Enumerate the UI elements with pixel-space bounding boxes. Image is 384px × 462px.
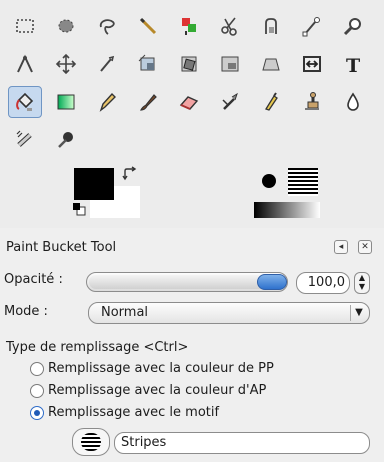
- eraser-icon-glyph: [179, 96, 199, 110]
- perspective-icon-glyph: [262, 58, 280, 71]
- color-area: [60, 160, 160, 222]
- fuzzy-select-icon-glyph: [139, 17, 157, 35]
- panel-close-button[interactable]: ✕: [358, 240, 372, 254]
- gradient-indicator-icon[interactable]: [254, 202, 320, 218]
- fuzzy-select-icon[interactable]: [131, 10, 165, 42]
- panel-menu-button[interactable]: ◂: [334, 240, 348, 254]
- opacity-spinner[interactable]: ▲ ▼: [354, 272, 370, 294]
- flip-icon[interactable]: [295, 48, 329, 80]
- radio-button[interactable]: [30, 362, 44, 376]
- airbrush-icon-glyph: [222, 92, 238, 110]
- airbrush-icon[interactable]: [213, 86, 247, 118]
- crop-icon[interactable]: [131, 48, 165, 80]
- blend-icon[interactable]: [49, 86, 83, 118]
- smudge-icon-glyph: [347, 92, 359, 111]
- swap-colors-icon[interactable]: [122, 166, 138, 182]
- foreground-select-icon-glyph: [265, 18, 277, 34]
- clone-icon[interactable]: [295, 86, 329, 118]
- scissors-select-icon-glyph: [221, 17, 237, 36]
- chevron-down-icon: ▼: [350, 305, 367, 321]
- ellipse-select-icon[interactable]: [49, 10, 83, 42]
- by-color-select-icon[interactable]: [172, 10, 206, 42]
- fill-radio-label: Remplissage avec le motif: [48, 405, 220, 420]
- fill-radio-label: Remplissage avec la couleur d'AP: [48, 383, 267, 398]
- mode-select[interactable]: Normal ▼: [88, 302, 370, 324]
- rect-select-icon[interactable]: [8, 10, 42, 42]
- rotate-icon[interactable]: [172, 48, 206, 80]
- fill-radio-label: Remplissage avec la couleur de PP: [48, 361, 274, 376]
- clone-icon-glyph: [305, 92, 319, 110]
- blend-icon-glyph: [57, 94, 75, 110]
- smudge-icon[interactable]: [336, 86, 370, 118]
- ink-icon[interactable]: [254, 86, 288, 118]
- paths-icon[interactable]: [295, 10, 329, 42]
- radio-button[interactable]: [30, 406, 44, 420]
- zoom-icon-glyph: [343, 18, 361, 36]
- stripes-pattern-icon: [81, 433, 101, 451]
- move-icon-glyph: [55, 53, 77, 75]
- bucket-fill-icon[interactable]: [8, 86, 42, 118]
- paths-icon-glyph: [302, 17, 320, 37]
- text-icon[interactable]: T: [336, 48, 370, 80]
- opacity-value-field[interactable]: 100,0: [296, 272, 350, 294]
- opacity-slider[interactable]: [86, 272, 288, 292]
- scale-icon[interactable]: [213, 48, 247, 80]
- free-select-icon-glyph: [99, 19, 115, 35]
- radio-button[interactable]: [30, 384, 44, 398]
- foreground-select-icon[interactable]: [254, 10, 288, 42]
- alignment-icon[interactable]: [90, 48, 124, 80]
- rotate-icon-glyph: [181, 56, 197, 72]
- panel-title: Paint Bucket Tool: [6, 240, 117, 255]
- flip-icon-glyph: [303, 56, 321, 72]
- measure-icon-glyph: [17, 54, 33, 73]
- fill-radio-fg[interactable]: Remplissage avec la couleur de PP: [30, 360, 330, 378]
- free-select-icon[interactable]: [90, 10, 124, 42]
- heal-icon[interactable]: [8, 124, 42, 156]
- ink-icon-glyph: [265, 92, 278, 111]
- pencil-icon[interactable]: [90, 86, 124, 118]
- indicator-area: [254, 162, 324, 222]
- crop-icon-glyph: [138, 54, 155, 71]
- tool-options-panel: Paint Bucket Tool ◂ ✕ Opacité : 100,0 ▲ ▼…: [0, 228, 384, 462]
- paintbrush-icon[interactable]: [131, 86, 165, 118]
- brush-indicator-icon[interactable]: [262, 174, 276, 188]
- toolbox: T: [0, 0, 384, 228]
- mode-select-value: Normal: [101, 305, 149, 320]
- bucket-fill-icon-glyph: [16, 92, 34, 111]
- pattern-button[interactable]: [72, 428, 110, 456]
- dodge-burn-icon[interactable]: [49, 124, 83, 156]
- opacity-slider-handle[interactable]: [257, 274, 287, 290]
- zoom-icon[interactable]: [336, 10, 370, 42]
- fill-type-label: Type de remplissage <Ctrl>: [6, 340, 189, 355]
- paintbrush-icon-glyph: [140, 94, 157, 111]
- alignment-icon-glyph: [100, 55, 115, 72]
- mode-label: Mode :: [4, 304, 48, 319]
- pattern-indicator-icon[interactable]: [288, 168, 318, 196]
- perspective-icon[interactable]: [254, 48, 288, 80]
- default-colors-icon[interactable]: [72, 202, 86, 216]
- foreground-color-swatch[interactable]: [74, 168, 114, 200]
- opacity-slider-fill: [89, 275, 274, 289]
- heal-icon-glyph: [16, 130, 32, 147]
- eraser-icon[interactable]: [172, 86, 206, 118]
- dodge-burn-icon-glyph: [58, 132, 73, 148]
- ellipse-select-icon-glyph: [58, 19, 74, 33]
- rect-select-icon-glyph: [16, 19, 34, 33]
- fill-radio-pattern[interactable]: Remplissage avec le motif: [30, 404, 330, 422]
- move-icon[interactable]: [49, 48, 83, 80]
- pattern-name-field[interactable]: Stripes: [114, 432, 370, 454]
- by-color-select-icon-glyph: [182, 18, 196, 35]
- scale-icon-glyph: [221, 56, 239, 72]
- svg-text:T: T: [346, 55, 360, 75]
- fill-radio-bg[interactable]: Remplissage avec la couleur d'AP: [30, 382, 330, 400]
- pencil-icon-glyph: [99, 92, 116, 112]
- scissors-select-icon[interactable]: [213, 10, 247, 42]
- measure-icon[interactable]: [8, 48, 42, 80]
- opacity-label: Opacité :: [4, 272, 63, 287]
- text-icon-glyph: T: [346, 55, 360, 75]
